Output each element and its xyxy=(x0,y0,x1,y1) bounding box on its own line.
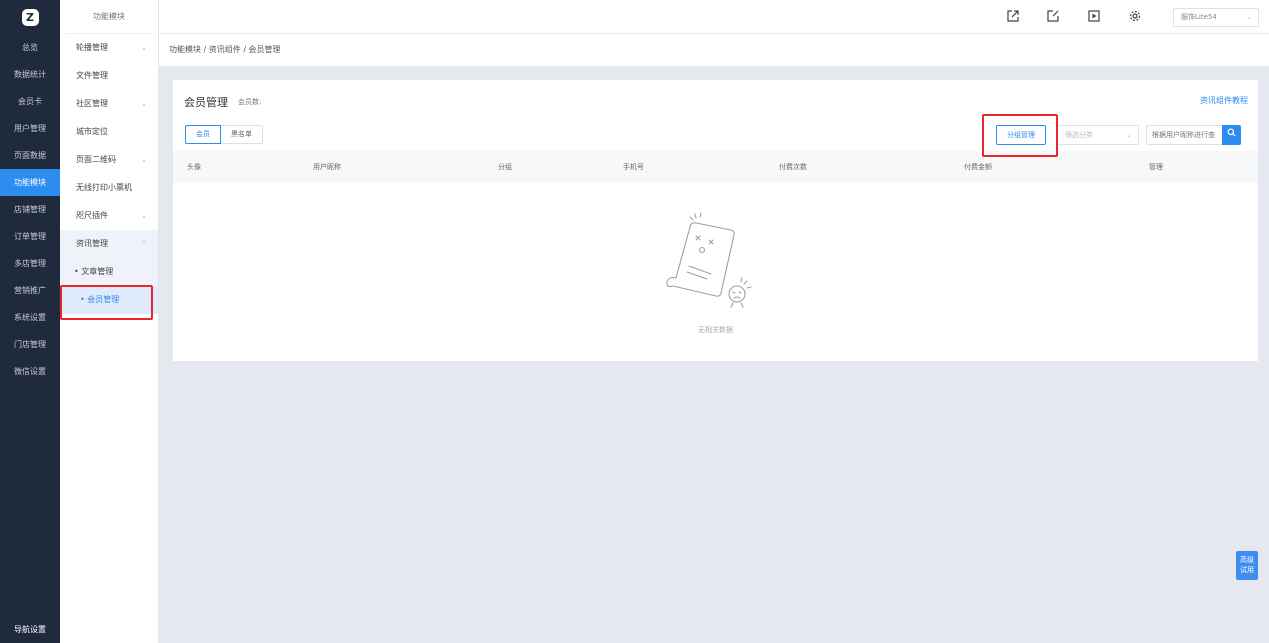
sub-nav-item-label: • 文章管理 xyxy=(74,267,114,276)
sub-nav-item-3[interactable]: 城市定位 xyxy=(60,118,158,146)
column-pay-count: 付费次数 xyxy=(779,163,807,171)
top-bar: 服饰Lite54 ⌄ xyxy=(159,0,1269,34)
chevron-up-icon: ⌃ xyxy=(141,240,147,248)
search-icon xyxy=(1227,128,1236,137)
external-link-icon[interactable] xyxy=(1007,10,1019,22)
member-tabs: 会员 黑名单 xyxy=(185,125,263,144)
sub-nav-title: 功能模块 xyxy=(66,0,152,34)
column-actions: 管理 xyxy=(1149,163,1163,171)
search-input[interactable] xyxy=(1146,125,1222,145)
store-select[interactable]: 服饰Lite54 ⌄ xyxy=(1173,8,1259,27)
tutorial-link[interactable]: 资讯组件教程 xyxy=(1200,95,1248,106)
preview-icon[interactable] xyxy=(1088,10,1100,22)
column-avatar: 头像 xyxy=(187,163,201,171)
nav-item-11[interactable]: 门店管理 xyxy=(0,331,60,358)
sub-nav-item-7[interactable]: 资讯管理 ⌃ xyxy=(60,230,158,258)
breadcrumb: 功能模块 / 资讯组件 / 会员管理 xyxy=(159,34,1269,66)
column-phone: 手机号 xyxy=(623,163,644,171)
sub-nav-item-label: 城市定位 xyxy=(76,127,108,136)
sub-nav-item-label: 资讯管理 xyxy=(76,239,108,248)
edit-icon[interactable] xyxy=(1047,10,1059,22)
search-button[interactable] xyxy=(1222,125,1241,145)
sub-nav-item-8[interactable]: • 文章管理 xyxy=(60,258,158,286)
category-filter-select[interactable]: 筛选分类 ⌄ xyxy=(1057,125,1139,145)
empty-state-illustration xyxy=(666,212,752,308)
chevron-down-icon: ⌄ xyxy=(1126,131,1132,139)
sub-nav-item-label: 文件管理 xyxy=(76,71,108,80)
column-group: 分组 xyxy=(498,163,512,171)
sub-nav-item-label: 咫尺插件 xyxy=(76,211,108,220)
sub-nav-item-4[interactable]: 页面二维码 ⌄ xyxy=(60,146,158,174)
nav-item-12[interactable]: 微信设置 xyxy=(0,358,60,385)
chevron-down-icon: ⌄ xyxy=(141,212,147,220)
sub-nav-item-0[interactable]: 轮播管理 ⌄ xyxy=(60,34,158,62)
trial-line-2: 试用 xyxy=(1240,566,1254,574)
sub-nav-item-label: 轮播管理 xyxy=(76,43,108,52)
tab-blacklist[interactable]: 黑名单 xyxy=(221,125,263,144)
sub-nav-item-label: 页面二维码 xyxy=(76,155,116,164)
sub-nav-item-2[interactable]: 社区管理 ⌄ xyxy=(60,90,158,118)
tab-members[interactable]: 会员 xyxy=(185,125,221,144)
advanced-trial-button[interactable]: 高级 试用 xyxy=(1236,551,1258,580)
nav-item-2[interactable]: 会员卡 xyxy=(0,88,60,115)
chevron-down-icon: ⌄ xyxy=(141,100,147,108)
nav-item-1[interactable]: 数据统计 xyxy=(0,61,60,88)
trial-line-1: 高级 xyxy=(1240,556,1254,564)
gear-icon[interactable] xyxy=(1129,10,1141,22)
nav-item-5[interactable]: 功能模块 xyxy=(0,169,60,196)
member-count-label: 会员数: xyxy=(238,98,262,106)
store-select-value: 服饰Lite54 xyxy=(1181,13,1217,21)
sub-nav-item-label: 无线打印小票机 xyxy=(76,183,132,192)
nav-settings-button[interactable]: 导航设置 xyxy=(0,617,60,643)
chevron-down-icon: ⌄ xyxy=(1246,13,1252,21)
sub-nav-item-1[interactable]: 文件管理 xyxy=(60,62,158,90)
nav-item-7[interactable]: 订单管理 xyxy=(0,223,60,250)
nav-item-9[interactable]: 营销推广 xyxy=(0,277,60,304)
chevron-down-icon: ⌄ xyxy=(141,44,147,52)
sub-nav-item-label: 社区管理 xyxy=(76,99,108,108)
nav-item-3[interactable]: 用户管理 xyxy=(0,115,60,142)
nav-item-6[interactable]: 店铺管理 xyxy=(0,196,60,223)
column-nickname: 用户昵称 xyxy=(313,163,341,171)
main-nav: Z 总览 数据统计 会员卡 用户管理 页面数据 功能模块 店铺管理 订单管理 多店管理 营销推广系… xyxy=(0,0,60,643)
nav-item-4[interactable]: 页面数据 xyxy=(0,142,60,169)
nav-item-0[interactable]: 总览 xyxy=(0,34,60,61)
sub-nav-item-6[interactable]: 咫尺插件 ⌄ xyxy=(60,202,158,230)
page-title: 会员管理 xyxy=(184,96,228,109)
logo-icon: Z xyxy=(21,8,39,26)
empty-state-text: 无相关数据 xyxy=(698,326,733,334)
sub-nav-item-5[interactable]: 无线打印小票机 xyxy=(60,174,158,202)
nav-item-8[interactable]: 多店管理 xyxy=(0,250,60,277)
member-management-card: 会员管理 会员数: 资讯组件教程 会员 黑名单 分组 管理 筛选分类 ⌄ 头像 用… xyxy=(173,80,1258,361)
chevron-down-icon: ⌄ xyxy=(141,156,147,164)
highlight-group-button xyxy=(982,114,1058,157)
logo[interactable]: Z xyxy=(0,0,60,34)
nav-item-10[interactable]: 系统设置 xyxy=(0,304,60,331)
category-filter-placeholder: 筛选分类 xyxy=(1065,131,1093,139)
table-header: 头像 用户昵称 分组 手机号 付费次数 付费金额 管理 xyxy=(173,151,1258,183)
sub-nav: 功能模块 轮播管理 ⌄ 文件管理 社区管理 ⌄ 城市定位 页面二维码 ⌄ 无线打印小票机 咫尺插件… xyxy=(60,0,159,643)
highlight-member-menu xyxy=(60,285,153,320)
